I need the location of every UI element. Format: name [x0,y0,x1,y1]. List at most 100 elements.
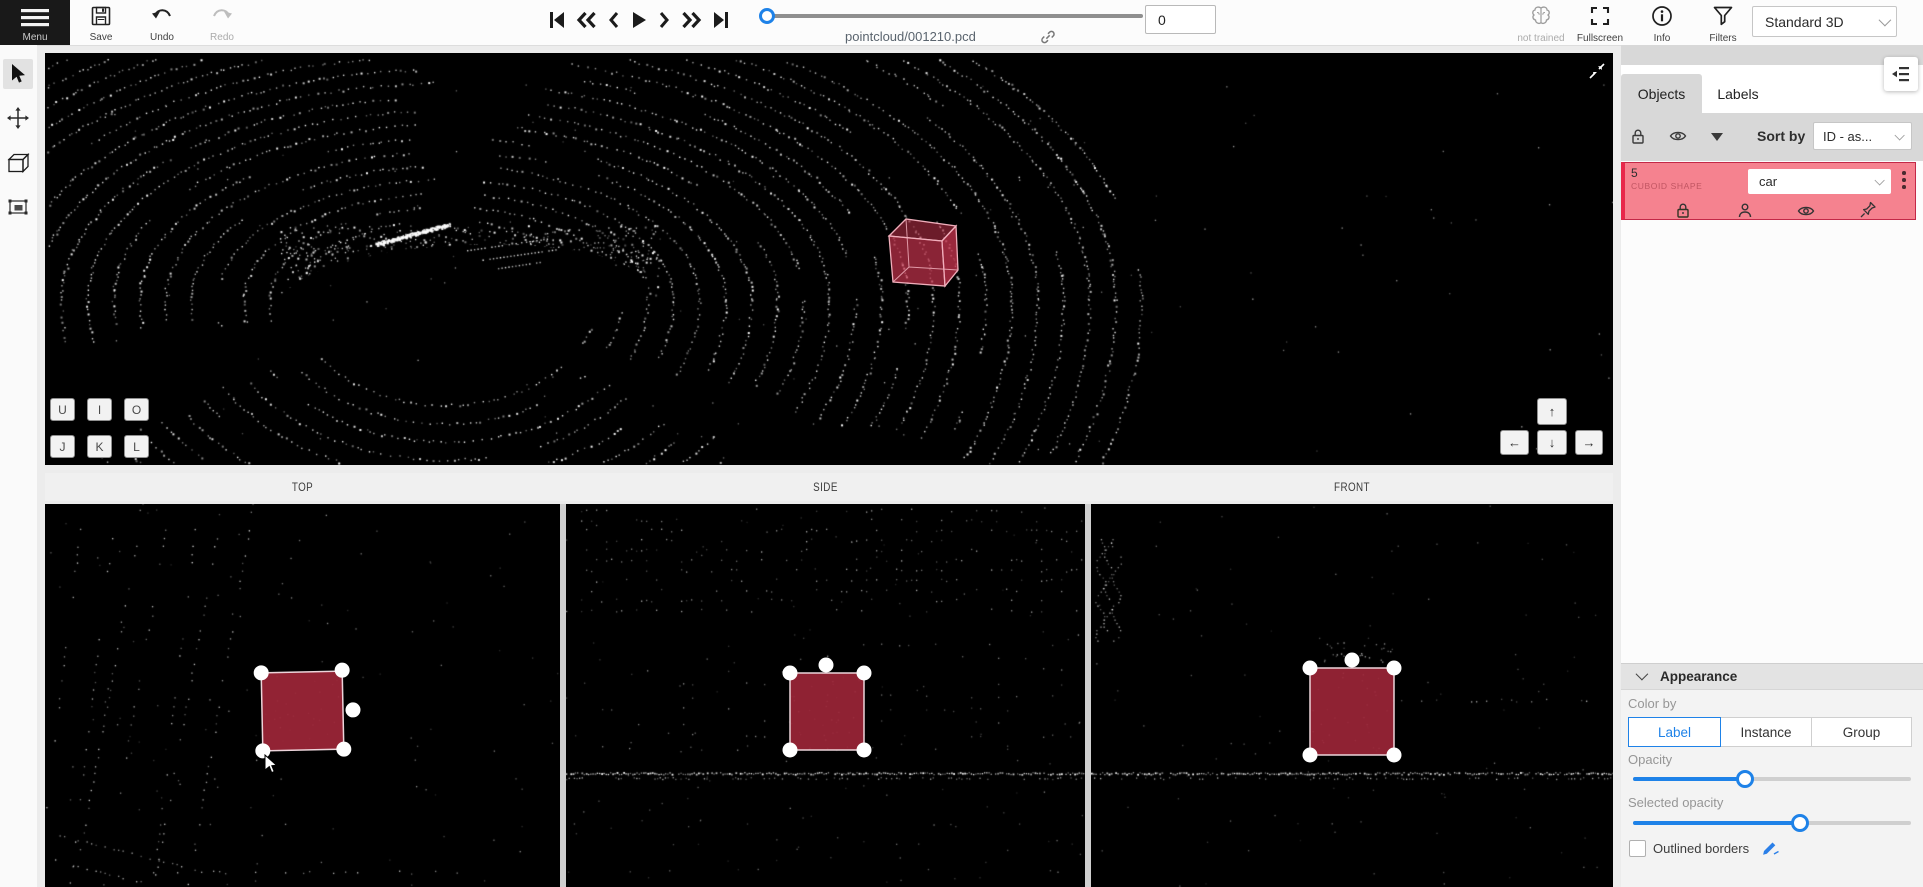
cuboid-rotate-handle[interactable] [1345,653,1360,668]
skip-end-button[interactable] [713,11,729,29]
main-3d-canvas[interactable] [45,53,1613,465]
color-by-option-label[interactable]: Label [1628,717,1721,747]
undo-button[interactable]: Undo [142,4,182,44]
cuboid-tool[interactable] [7,153,30,173]
object-menu-kebab[interactable] [1902,171,1906,189]
mouse-cursor [264,754,279,775]
color-by-option-group[interactable]: Group [1811,717,1912,747]
front-view-cuboid[interactable] [1091,504,1613,887]
skip-start-button[interactable] [549,11,565,29]
side-ortho-view[interactable] [566,504,1085,887]
frame-slider-knob[interactable] [759,8,775,24]
keycap-o[interactable]: O [124,398,149,421]
outlined-borders-checkbox[interactable] [1629,840,1646,857]
save-button[interactable]: Save [82,4,120,44]
visibility-all-icon[interactable] [1669,129,1687,143]
lock-all-icon[interactable] [1630,128,1646,145]
step-forward-button[interactable] [658,11,670,29]
filters-label: Filters [1700,33,1746,44]
cursor-tool[interactable] [8,63,28,85]
top-view-cuboid[interactable] [45,504,560,887]
edit-pencil-icon[interactable] [1762,838,1780,856]
redo-label: Redo [202,32,242,43]
color-by-label: Color by [1628,696,1676,711]
filename-label: pointcloud/001210.pcd [845,29,976,44]
move-tool[interactable] [7,107,29,129]
collapse-panel-button[interactable] [1884,57,1918,91]
cuboid-handle[interactable] [1303,748,1318,763]
frame-number-input[interactable] [1145,5,1216,34]
arrow-down-button[interactable]: ↓ [1537,430,1567,455]
color-by-option-instance[interactable]: Instance [1720,717,1812,747]
info-button[interactable]: Info [1640,2,1684,44]
chevron-down-icon [1879,14,1892,27]
object-list-item[interactable]: 5 CUBOID SHAPE car [1621,162,1916,220]
object-id: 5 [1631,166,1638,180]
cuboid-handle[interactable] [1303,661,1318,676]
keycap-l[interactable]: L [124,435,149,458]
model-status: not trained [1512,2,1570,44]
save-icon [91,6,111,26]
objects-toolbar: Sort by ID - as... [1621,113,1923,161]
tab-labels[interactable]: Labels [1702,74,1774,113]
selected-cuboid-3d[interactable] [870,210,960,290]
shrink-view-icon[interactable] [1587,61,1607,81]
opacity-slider-knob[interactable] [1736,770,1754,788]
hamburger-icon [21,9,49,27]
arrow-left-button[interactable]: ← [1500,430,1529,455]
object-shape-label: CUBOID SHAPE [1631,181,1702,191]
object-pin-icon[interactable] [1859,201,1877,219]
side-view-cuboid[interactable] [566,504,1085,887]
opacity-label: Opacity [1628,752,1672,767]
appearance-header[interactable]: Appearance [1621,663,1923,690]
cuboid-handle[interactable] [1387,661,1402,676]
object-assignee-icon[interactable] [1737,202,1753,219]
cuboid-handle[interactable] [857,666,872,681]
frame-slider-track[interactable] [773,14,1143,18]
fast-backward-button[interactable] [576,11,597,29]
fullscreen-icon [1590,6,1610,26]
main-3d-view[interactable]: U I O J K L ↑ ← ↓ → [45,53,1613,465]
play-button[interactable] [631,11,647,29]
appearance-body: Color by Label Instance Group Opacity Se… [1621,690,1923,887]
view-mode-select[interactable]: Standard 3D [1752,6,1897,37]
tool-sidebar [0,45,37,887]
selected-opacity-slider-fill [1633,821,1800,825]
expand-all-icon[interactable] [1711,133,1723,141]
keycap-i[interactable]: I [87,398,112,421]
object-lock-icon[interactable] [1675,202,1691,219]
arrow-up-button[interactable]: ↑ [1537,398,1567,425]
cuboid-handle[interactable] [783,666,798,681]
cuboid-handle[interactable] [1387,748,1402,763]
selected-opacity-slider-knob[interactable] [1791,814,1809,832]
playback-controls [549,9,729,31]
step-back-button[interactable] [608,11,620,29]
cuboid-rotate-handle[interactable] [345,702,360,717]
link-icon[interactable] [1040,29,1056,45]
opacity-slider-fill [1633,777,1745,781]
fullscreen-label: Fullscreen [1572,33,1628,44]
cuboid-handle[interactable] [857,743,872,758]
sort-select[interactable]: ID - as... [1813,122,1912,150]
top-ortho-view[interactable] [45,504,560,887]
fast-forward-button[interactable] [681,11,702,29]
image-select-tool[interactable] [7,197,29,217]
redo-button[interactable]: Redo [202,4,242,44]
tab-objects[interactable]: Objects [1621,74,1702,113]
front-ortho-view[interactable] [1091,504,1613,887]
fullscreen-button[interactable]: Fullscreen [1572,2,1628,44]
arrow-right-button[interactable]: → [1575,430,1603,455]
keycap-j[interactable]: J [50,435,75,458]
view-label-bar: TOP SIDE FRONT [45,473,1613,501]
object-visibility-icon[interactable] [1797,204,1815,218]
sort-by-label: Sort by [1757,128,1805,144]
top-view-label: TOP [91,480,513,494]
object-category-value: car [1759,174,1777,189]
object-category-select[interactable]: car [1748,169,1891,194]
keycap-k[interactable]: K [87,435,112,458]
menu-button[interactable]: Menu [0,0,70,45]
cuboid-handle[interactable] [783,743,798,758]
filters-button[interactable]: Filters [1700,2,1746,44]
cuboid-rotate-handle[interactable] [819,658,834,673]
keycap-u[interactable]: U [50,398,75,421]
